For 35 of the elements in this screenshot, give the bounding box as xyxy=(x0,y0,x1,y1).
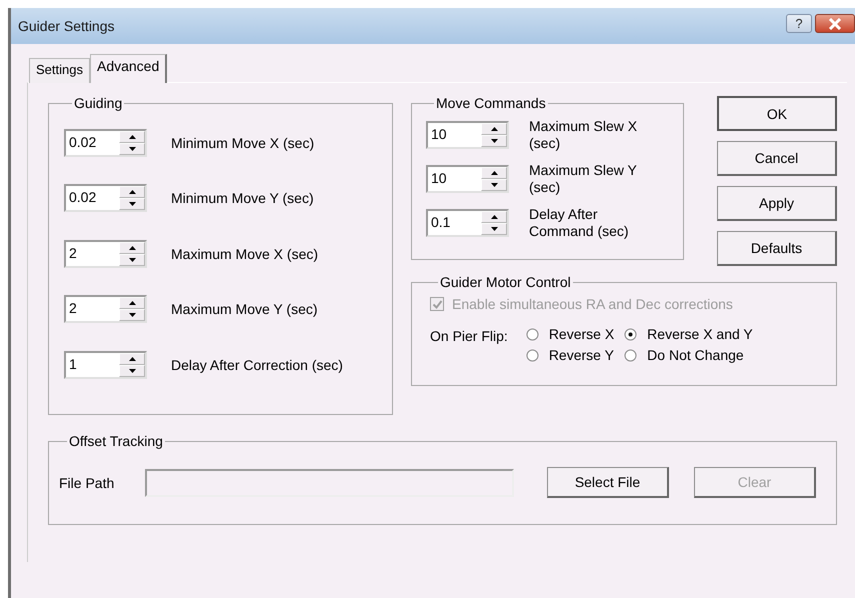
close-button[interactable] xyxy=(815,14,855,33)
group-title: Guiding xyxy=(73,95,124,111)
dialog-button[interactable]: Cancel xyxy=(717,141,837,176)
radio-label: Reverse Y xyxy=(548,347,614,363)
radio-button[interactable] xyxy=(624,328,638,340)
close-icon xyxy=(828,18,842,30)
field-label: On Pier Flip: xyxy=(430,327,508,346)
help-button[interactable]: ? xyxy=(786,14,812,33)
tab[interactable]: Settings xyxy=(29,58,90,83)
field-label: Minimum Move Y (sec) xyxy=(171,190,314,206)
field-label: Delay After Command (sec) xyxy=(529,206,630,240)
group-title: Offset Tracking xyxy=(68,433,164,449)
group-title: Move Commands xyxy=(435,95,547,111)
dialog-button[interactable]: OK xyxy=(717,96,837,131)
field-label: Maximum Move X (sec) xyxy=(171,246,318,262)
window-title: Guider Settings xyxy=(18,18,114,34)
radio-label: Reverse X xyxy=(548,326,614,342)
radio-button[interactable] xyxy=(526,328,539,340)
field-label: Minimum Move X (sec) xyxy=(171,134,314,151)
field-label: Maximum Slew X (sec) xyxy=(529,118,638,152)
field-label: Maximum Slew Y (sec) xyxy=(529,162,638,196)
field-label: Delay After Correction (sec) xyxy=(171,356,343,373)
dialog-button[interactable]: Defaults xyxy=(717,231,837,266)
tab[interactable]: Advanced xyxy=(90,54,168,83)
group-title: Guider Motor Control xyxy=(439,274,572,290)
dialog-button[interactable]: Apply xyxy=(717,186,837,221)
field-label: File Path xyxy=(59,474,116,490)
file-path-field[interactable] xyxy=(145,468,514,496)
radio-button[interactable] xyxy=(624,348,638,362)
checkbox-label: Enable simultaneous RA and Dec corrections xyxy=(452,296,733,312)
field-label: Maximum Move Y (sec) xyxy=(171,301,318,318)
radio-button[interactable] xyxy=(526,348,539,362)
radio-label: Reverse X and Y xyxy=(647,326,753,342)
dialog-button[interactable]: Select File xyxy=(547,467,669,498)
radio-label: Do Not Change xyxy=(647,347,744,363)
